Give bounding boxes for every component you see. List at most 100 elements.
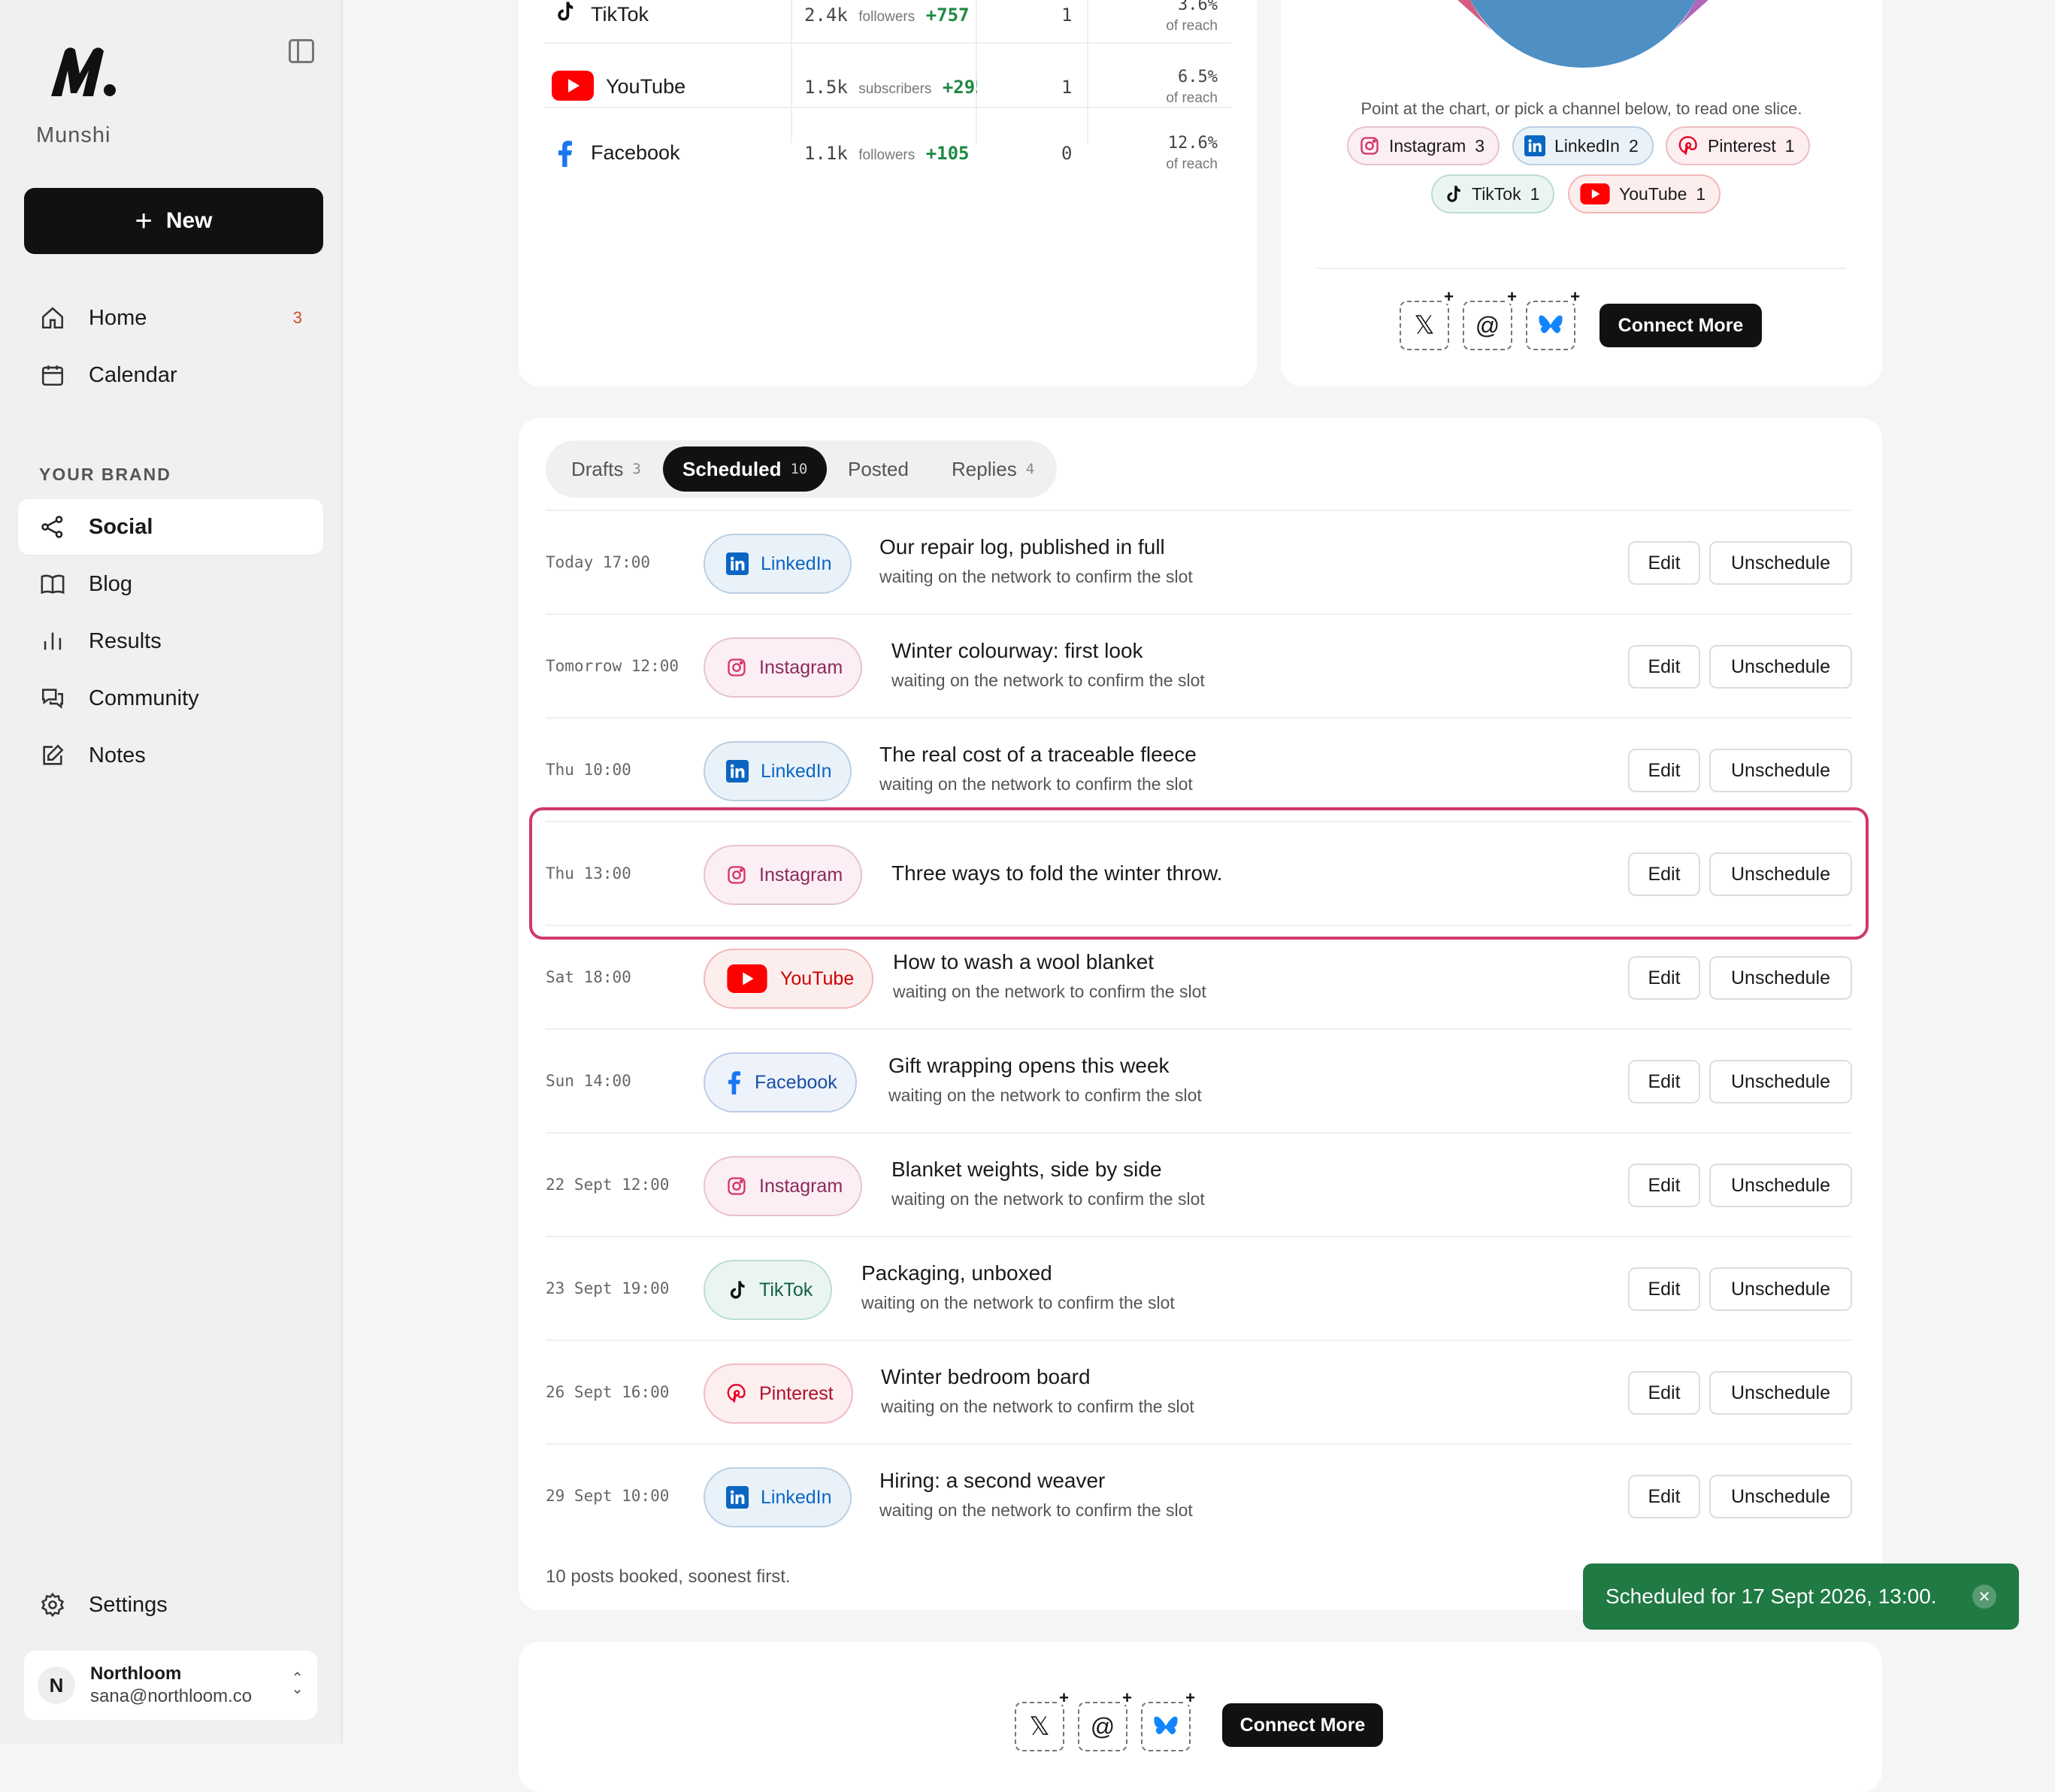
channel-chip[interactable]: LinkedIn (704, 1467, 852, 1527)
unschedule-button[interactable]: Unschedule (1709, 541, 1852, 585)
brand-name: Munshi (36, 123, 111, 147)
tab-drafts[interactable]: Drafts 3 (552, 446, 661, 492)
post-title[interactable]: How to wash a wool blanket (893, 950, 1154, 974)
edit-button[interactable]: Edit (1628, 1371, 1700, 1415)
unschedule-button[interactable]: Unschedule (1709, 749, 1852, 792)
post-title[interactable]: The real cost of a traceable fleece (879, 743, 1197, 767)
edit-button[interactable]: Edit (1628, 1475, 1700, 1518)
instagram-icon (728, 658, 746, 677)
sidebar-item-community[interactable]: Community (18, 670, 323, 726)
unschedule-button[interactable]: Unschedule (1709, 645, 1852, 689)
book-icon (38, 569, 68, 599)
legend-instagram[interactable]: Instagram 3 (1347, 126, 1500, 165)
sidebar-item-label: Home (89, 305, 147, 330)
post-title[interactable]: Hiring: a second weaver (879, 1469, 1105, 1493)
post-title[interactable]: Packaging, unboxed (861, 1261, 1052, 1285)
reach-label: of reach (1166, 18, 1218, 34)
chevron-up-down-icon: ⌃ ⌄ (291, 1670, 304, 1697)
threads-icon: @ (1475, 311, 1500, 339)
connect-more-button[interactable]: Connect More (1222, 1703, 1383, 1747)
x-icon: 𝕏 (1029, 1712, 1050, 1741)
post-title[interactable]: Winter colourway: first look (891, 639, 1143, 663)
edit-button[interactable]: Edit (1628, 749, 1700, 792)
post-status: waiting on the network to confirm the sl… (893, 982, 1206, 1001)
edit-button[interactable]: Edit (1628, 541, 1700, 585)
unschedule-button[interactable]: Unschedule (1709, 1371, 1852, 1415)
new-button[interactable]: + New (24, 188, 323, 254)
channel-label: Pinterest (759, 1382, 834, 1404)
post-status: waiting on the network to confirm the sl… (861, 1293, 1175, 1312)
sidebar-item-label: Settings (89, 1592, 168, 1617)
collapse-sidebar-icon[interactable] (289, 39, 314, 63)
post-title[interactable]: Winter bedroom board (881, 1365, 1091, 1389)
post-status-tabs: Drafts 3 Scheduled 10 Posted Replies 4 (546, 440, 1057, 498)
notification-badge: 3 (292, 308, 302, 327)
tiktok-icon (558, 2, 574, 21)
sidebar-item-home[interactable]: Home 3 (18, 290, 323, 346)
channel-chip[interactable]: Instagram (704, 637, 863, 698)
connect-threads-button[interactable]: @ (1463, 290, 1517, 350)
new-button-label: New (165, 208, 213, 233)
instagram-icon (728, 1177, 746, 1195)
edit-button[interactable]: Edit (1628, 956, 1700, 1000)
legend-youtube[interactable]: YouTube 1 (1568, 174, 1721, 213)
legend-tiktok[interactable]: TikTok 1 (1431, 174, 1555, 213)
unschedule-button[interactable]: Unschedule (1709, 1060, 1852, 1103)
unschedule-button[interactable]: Unschedule (1709, 1267, 1852, 1311)
legend-pinterest[interactable]: Pinterest 1 (1666, 126, 1810, 165)
sidebar-item-notes[interactable]: Notes (18, 728, 323, 783)
connect-bluesky-button[interactable] (1141, 1691, 1195, 1751)
post-title[interactable]: Our repair log, published in full (879, 535, 1165, 559)
edit-button[interactable]: Edit (1628, 645, 1700, 689)
scheduled-post-row: Today 17:00 LinkedIn Our repair log, publi… (546, 510, 1852, 613)
sidebar-item-blog[interactable]: Blog (18, 556, 323, 612)
sidebar-item-results[interactable]: Results (18, 613, 323, 669)
scheduled-post-row: 22 Sept 12:00 Instagram Blanket weights, s… (546, 1132, 1852, 1236)
edit-button[interactable]: Edit (1628, 1267, 1700, 1311)
tab-posted[interactable]: Posted (828, 446, 928, 492)
connect-threads-button[interactable]: @ (1078, 1691, 1132, 1751)
connect-more-button[interactable]: Connect More (1600, 304, 1762, 347)
post-status: waiting on the network to confirm the sl… (888, 1085, 1202, 1105)
channel-chip[interactable]: Instagram (704, 1156, 863, 1216)
tab-replies[interactable]: Replies 4 (932, 446, 1054, 492)
connect-x-button[interactable]: 𝕏 (1015, 1691, 1069, 1751)
unschedule-button[interactable]: Unschedule (1709, 1475, 1852, 1518)
scheduled-post-row: 23 Sept 19:00 TikTok Packaging, unboxed wai… (546, 1236, 1852, 1339)
channel-donut-chart[interactable] (1449, 0, 1717, 72)
youtube-icon (1580, 183, 1610, 204)
edit-button[interactable]: Edit (1628, 1060, 1700, 1103)
channel-chip[interactable]: LinkedIn (704, 534, 852, 594)
unschedule-button[interactable]: Unschedule (1709, 1164, 1852, 1207)
stat-row: YouTube 1.5k subscribers +295 1 6.5% of … (519, 44, 1255, 108)
tab-scheduled[interactable]: Scheduled 10 (663, 446, 828, 492)
sidebar-item-social[interactable]: Social (18, 499, 323, 555)
channel-chip[interactable]: YouTube (704, 949, 874, 1009)
legend-label: LinkedIn (1554, 135, 1620, 156)
unschedule-button[interactable]: Unschedule (1709, 956, 1852, 1000)
legend-linkedin[interactable]: LinkedIn 2 (1512, 126, 1654, 165)
close-icon[interactable]: ✕ (1972, 1585, 1996, 1609)
sidebar-item-calendar[interactable]: Calendar (18, 347, 323, 403)
connect-bluesky-button[interactable] (1526, 290, 1580, 350)
post-time: Sun 14:00 (546, 1072, 631, 1090)
sidebar-item-label: Social (89, 514, 153, 539)
legend-count: 1 (1696, 183, 1706, 204)
followers-value: 2.4k followers +757 (804, 5, 970, 26)
post-title[interactable]: Gift wrapping opens this week (888, 1054, 1170, 1078)
channel-mix-card: Point at the chart, or pick a channel be… (1281, 0, 1882, 386)
channel-chip[interactable]: LinkedIn (704, 741, 852, 801)
account-switcher[interactable]: N Northloom sana@northloom.co ⌃ ⌄ (24, 1651, 317, 1720)
post-title[interactable]: Blanket weights, side by side (891, 1158, 1162, 1182)
channel-chip[interactable]: Pinterest (704, 1364, 853, 1424)
legend-label: Pinterest (1708, 135, 1776, 156)
sidebar-item-label: Blog (89, 571, 133, 596)
scheduled-post-row: 26 Sept 16:00 Pinterest Winter bedroom boa… (546, 1339, 1852, 1443)
channel-chip[interactable]: Facebook (704, 1052, 857, 1112)
connect-card: 𝕏 @ Connect More (519, 1642, 1882, 1792)
connect-x-button[interactable]: 𝕏 (1400, 290, 1454, 350)
edit-button[interactable]: Edit (1628, 1164, 1700, 1207)
sidebar-item-settings[interactable]: Settings (18, 1577, 323, 1633)
post-count: 0 (1061, 143, 1073, 164)
channel-chip[interactable]: TikTok (704, 1260, 833, 1320)
